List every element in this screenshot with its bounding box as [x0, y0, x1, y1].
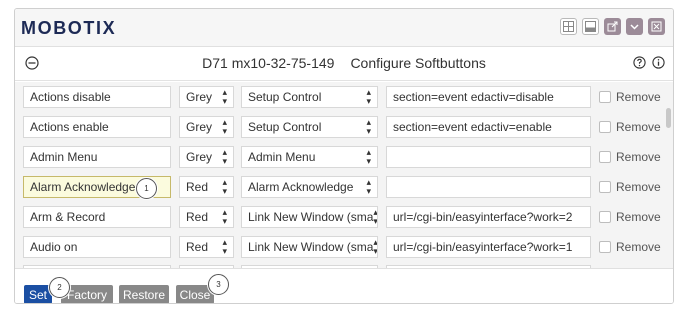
- color-value: Grey: [186, 150, 213, 164]
- color-value: Red: [186, 210, 209, 224]
- top-bar: MOBOTIX: [15, 9, 673, 47]
- footer-bar: Set Factory Restore Close: [15, 268, 673, 303]
- name-field[interactable]: Audio on: [23, 236, 171, 258]
- action-value: Admin Menu: [248, 150, 316, 164]
- select-arrows-icon: ▴ ▾: [366, 177, 371, 196]
- window-icon[interactable]: [582, 18, 599, 35]
- action-value: Link New Window (sma: [248, 210, 374, 224]
- remove-label: Remove: [616, 120, 661, 134]
- select-arrows-icon: ▴ ▾: [222, 237, 227, 256]
- select-arrows-icon: ▴ ▾: [366, 117, 371, 136]
- restore-button[interactable]: Restore: [119, 285, 169, 303]
- color-select[interactable]: Red ▴ ▾: [179, 206, 234, 228]
- color-select[interactable]: Red ▴ ▾: [179, 236, 234, 258]
- close-icon[interactable]: [648, 18, 665, 35]
- scrollbar-thumb[interactable]: [666, 108, 671, 128]
- table-row: Alarm Acknowledge Red ▴ ▾ Alarm Acknowledg…: [15, 172, 663, 202]
- color-value: Red: [186, 180, 209, 194]
- color-select[interactable]: Grey ▴ ▾: [179, 86, 234, 108]
- callout-marker-2: 2: [49, 277, 70, 298]
- callout-marker-3: 3: [208, 274, 229, 295]
- help-icons: [633, 56, 665, 74]
- logo: MOBOTIX: [21, 18, 117, 38]
- remove-label: Remove: [616, 180, 661, 194]
- name-field[interactable]: Actions enable: [23, 116, 171, 138]
- select-arrows-icon: ▴ ▾: [373, 207, 378, 226]
- remove-checkbox[interactable]: Remove: [599, 176, 661, 198]
- table-row: Audio on Red ▴ ▾ Link New Window (sma ▴ ▾ ur…: [15, 232, 663, 262]
- table-row: Arm & Record Red ▴ ▾ Link New Window (sma ▴…: [15, 202, 663, 232]
- minimize-icon[interactable]: [626, 18, 643, 35]
- table-row: Actions enable Grey ▴ ▾ Setup Control ▴ ▾ se…: [15, 112, 663, 142]
- checkbox-icon: [599, 91, 611, 103]
- select-arrows-icon: ▴ ▾: [222, 207, 227, 226]
- remove-checkbox[interactable]: Remove: [599, 116, 661, 138]
- popout-icon[interactable]: [604, 18, 621, 35]
- remove-checkbox[interactable]: Remove: [599, 86, 661, 108]
- color-value: Red: [186, 240, 209, 254]
- action-value: Alarm Acknowledge: [248, 180, 354, 194]
- color-value: Grey: [186, 90, 213, 104]
- action-value: Setup Control: [248, 90, 322, 104]
- action-select[interactable]: Alarm Acknowledge ▴ ▾: [241, 176, 378, 198]
- action-value: Setup Control: [248, 120, 322, 134]
- page-title: D71 mx10-32-75-149 Configure Softbuttons: [15, 55, 673, 71]
- dialog-title: Configure Softbuttons: [350, 55, 486, 71]
- color-value: Grey: [186, 120, 213, 134]
- remove-checkbox[interactable]: Remove: [599, 146, 661, 168]
- remove-label: Remove: [616, 210, 661, 224]
- parameter-field[interactable]: url=/cgi-bin/easyinterface?work=1: [386, 236, 591, 258]
- set-button[interactable]: Set: [24, 285, 52, 303]
- select-arrows-icon: ▴ ▾: [366, 87, 371, 106]
- camera-name: D71 mx10-32-75-149: [202, 55, 335, 71]
- scrollbar[interactable]: [663, 82, 673, 268]
- parameter-field[interactable]: [386, 146, 591, 168]
- checkbox-icon: [599, 181, 611, 193]
- select-arrows-icon: ▴ ▾: [222, 117, 227, 136]
- action-select[interactable]: Setup Control ▴ ▾: [241, 86, 378, 108]
- parameter-field[interactable]: section=event edactiv=enable: [386, 116, 591, 138]
- parameter-field[interactable]: section=event edactiv=disable: [386, 86, 591, 108]
- remove-checkbox[interactable]: Remove: [599, 236, 661, 258]
- name-field[interactable]: Actions disable: [23, 86, 171, 108]
- color-select[interactable]: Red ▴ ▾: [179, 176, 234, 198]
- remove-label: Remove: [616, 240, 661, 254]
- table-row: Actions disable Grey ▴ ▾ Setup Control ▴ ▾ s…: [15, 82, 663, 112]
- action-select[interactable]: Link New Window (sma ▴ ▾: [241, 236, 378, 258]
- select-arrows-icon: ▴ ▾: [222, 147, 227, 166]
- color-select[interactable]: Grey ▴ ▾: [179, 116, 234, 138]
- color-select[interactable]: Grey ▴ ▾: [179, 146, 234, 168]
- softbutton-list: Actions disable Grey ▴ ▾ Setup Control ▴ ▾ s…: [15, 82, 663, 268]
- callout-marker-1: 1: [136, 178, 157, 199]
- checkbox-icon: [599, 151, 611, 163]
- checkbox-icon: [599, 211, 611, 223]
- help-icon[interactable]: [633, 56, 646, 74]
- remove-label: Remove: [616, 150, 661, 164]
- action-select[interactable]: Admin Menu ▴ ▾: [241, 146, 378, 168]
- table-row: Admin Menu Grey ▴ ▾ Admin Menu ▴ ▾ Remove: [15, 142, 663, 172]
- action-select[interactable]: Setup Control ▴ ▾: [241, 116, 378, 138]
- name-field[interactable]: Admin Menu: [23, 146, 171, 168]
- select-arrows-icon: ▴ ▾: [366, 147, 371, 166]
- title-bar: D71 mx10-32-75-149 Configure Softbuttons: [15, 47, 673, 81]
- checkbox-icon: [599, 241, 611, 253]
- parameter-field[interactable]: [386, 176, 591, 198]
- select-arrows-icon: ▴ ▾: [373, 237, 378, 256]
- action-select[interactable]: Link New Window (sma ▴ ▾: [241, 206, 378, 228]
- grid-icon[interactable]: [560, 18, 577, 35]
- select-arrows-icon: ▴ ▾: [222, 177, 227, 196]
- remove-checkbox[interactable]: Remove: [599, 206, 661, 228]
- action-value: Link New Window (sma: [248, 240, 374, 254]
- remove-label: Remove: [616, 90, 661, 104]
- parameter-field[interactable]: url=/cgi-bin/easyinterface?work=2: [386, 206, 591, 228]
- name-field[interactable]: Arm & Record: [23, 206, 171, 228]
- dialog-frame: MOBOTIX D71 mx10-32-75-149 Configure Soft: [14, 8, 674, 304]
- window-controls: [560, 18, 665, 35]
- checkbox-icon: [599, 121, 611, 133]
- info-icon[interactable]: [652, 56, 665, 74]
- select-arrows-icon: ▴ ▾: [222, 87, 227, 106]
